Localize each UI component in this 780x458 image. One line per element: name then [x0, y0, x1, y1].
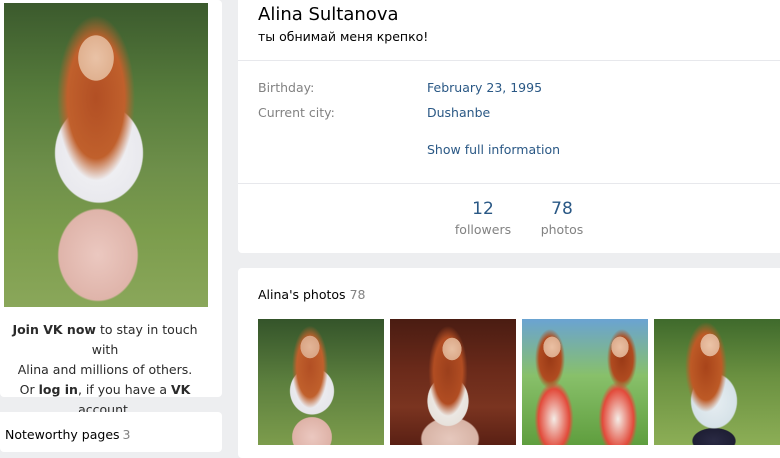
show-full-information-link[interactable]: Show full information	[427, 142, 560, 157]
join-vk-link[interactable]: Join VK now	[12, 322, 96, 337]
noteworthy-pages-label: Noteworthy pages	[5, 427, 120, 442]
birthday-label: Birthday:	[258, 80, 315, 95]
profile-photo-card: Join VK now to stay in touch with Alina …	[0, 0, 222, 417]
login-link[interactable]: log in	[39, 382, 78, 397]
divider	[238, 183, 780, 184]
photos-count: 78	[551, 199, 573, 219]
city-link[interactable]: Dushanbe	[427, 105, 490, 120]
city-label: Current city:	[258, 105, 335, 120]
noteworthy-pages-count: 3	[122, 427, 131, 442]
photos-header[interactable]: Alina's photos 78	[258, 287, 365, 302]
vk-text: VK	[170, 382, 191, 397]
profile-info-card: Alina Sultanova ты обнимай меня крепко! …	[238, 0, 780, 253]
noteworthy-pages-header[interactable]: Noteworthy pages 3	[5, 427, 130, 442]
profile-name: Alina Sultanova	[258, 4, 399, 25]
birthday-link[interactable]: February 23, 1995	[427, 80, 542, 95]
photos-title: Alina's photos	[258, 287, 346, 302]
or-text: Or	[19, 382, 39, 397]
followers-counter[interactable]: 12 followers	[448, 199, 518, 237]
divider	[238, 60, 780, 61]
followers-count: 12	[472, 199, 494, 219]
photo-thumbnail[interactable]	[390, 319, 516, 445]
photos-counter[interactable]: 78 photos	[527, 199, 597, 237]
if-text: , if you have a	[77, 382, 171, 397]
photo-thumbnail[interactable]	[258, 319, 384, 445]
photos-label: photos	[540, 222, 584, 237]
profile-avatar-photo[interactable]	[4, 3, 208, 307]
join-text: to stay in touch with	[91, 322, 198, 357]
noteworthy-pages-card: Noteworthy pages 3	[0, 412, 222, 452]
join-prompt: Join VK now to stay in touch with Alina …	[0, 320, 210, 420]
photos-card: Alina's photos 78	[238, 268, 780, 458]
photo-thumbnail[interactable]	[654, 319, 780, 445]
followers-label: followers	[454, 222, 512, 237]
profile-status: ты обнимай меня крепко!	[258, 29, 429, 44]
photo-thumbnail[interactable]	[522, 319, 648, 445]
photos-title-count: 78	[349, 287, 366, 302]
join-text-line2: Alina and millions of others.	[17, 362, 193, 377]
